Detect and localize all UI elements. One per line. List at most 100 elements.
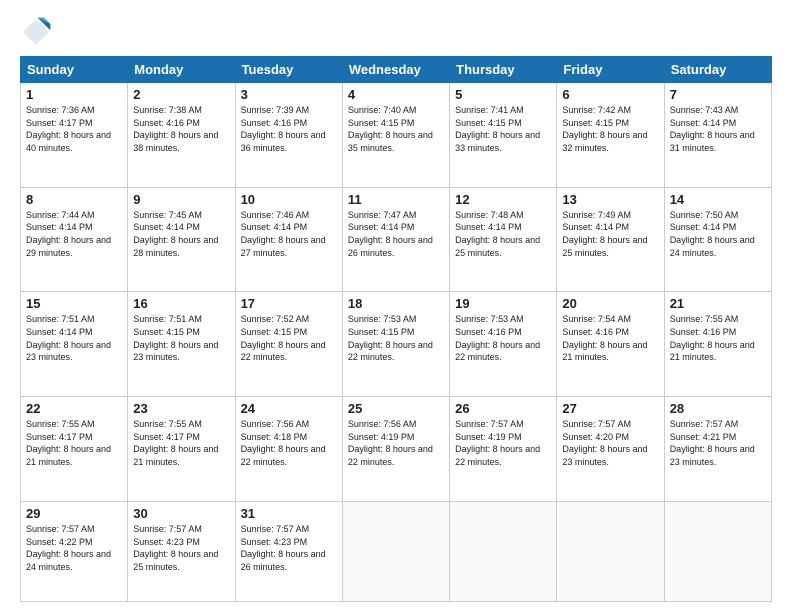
day-info: Sunrise: 7:50 AMSunset: 4:14 PMDaylight:… bbox=[670, 210, 755, 258]
table-row: 30 Sunrise: 7:57 AMSunset: 4:23 PMDaylig… bbox=[128, 501, 235, 601]
day-number: 28 bbox=[670, 401, 766, 416]
table-row: 9 Sunrise: 7:45 AMSunset: 4:14 PMDayligh… bbox=[128, 187, 235, 292]
day-info: Sunrise: 7:45 AMSunset: 4:14 PMDaylight:… bbox=[133, 210, 218, 258]
logo-icon bbox=[20, 16, 52, 48]
empty-cell bbox=[557, 501, 664, 601]
day-info: Sunrise: 7:39 AMSunset: 4:16 PMDaylight:… bbox=[241, 105, 326, 153]
day-number: 20 bbox=[562, 296, 658, 311]
col-wednesday: Wednesday bbox=[342, 57, 449, 83]
day-number: 16 bbox=[133, 296, 229, 311]
calendar-week-row: 8 Sunrise: 7:44 AMSunset: 4:14 PMDayligh… bbox=[21, 187, 772, 292]
day-number: 5 bbox=[455, 87, 551, 102]
table-row: 11 Sunrise: 7:47 AMSunset: 4:14 PMDaylig… bbox=[342, 187, 449, 292]
day-info: Sunrise: 7:57 AMSunset: 4:21 PMDaylight:… bbox=[670, 419, 755, 467]
day-info: Sunrise: 7:44 AMSunset: 4:14 PMDaylight:… bbox=[26, 210, 111, 258]
table-row: 10 Sunrise: 7:46 AMSunset: 4:14 PMDaylig… bbox=[235, 187, 342, 292]
day-info: Sunrise: 7:57 AMSunset: 4:19 PMDaylight:… bbox=[455, 419, 540, 467]
table-row: 12 Sunrise: 7:48 AMSunset: 4:14 PMDaylig… bbox=[450, 187, 557, 292]
calendar-week-row: 22 Sunrise: 7:55 AMSunset: 4:17 PMDaylig… bbox=[21, 397, 772, 502]
calendar-week-row: 15 Sunrise: 7:51 AMSunset: 4:14 PMDaylig… bbox=[21, 292, 772, 397]
day-info: Sunrise: 7:56 AMSunset: 4:18 PMDaylight:… bbox=[241, 419, 326, 467]
day-number: 9 bbox=[133, 192, 229, 207]
table-row: 3 Sunrise: 7:39 AMSunset: 4:16 PMDayligh… bbox=[235, 83, 342, 188]
logo bbox=[20, 16, 56, 48]
day-number: 14 bbox=[670, 192, 766, 207]
day-number: 12 bbox=[455, 192, 551, 207]
table-row: 26 Sunrise: 7:57 AMSunset: 4:19 PMDaylig… bbox=[450, 397, 557, 502]
table-row: 21 Sunrise: 7:55 AMSunset: 4:16 PMDaylig… bbox=[664, 292, 771, 397]
day-info: Sunrise: 7:48 AMSunset: 4:14 PMDaylight:… bbox=[455, 210, 540, 258]
table-row: 13 Sunrise: 7:49 AMSunset: 4:14 PMDaylig… bbox=[557, 187, 664, 292]
table-row: 22 Sunrise: 7:55 AMSunset: 4:17 PMDaylig… bbox=[21, 397, 128, 502]
day-number: 30 bbox=[133, 506, 229, 521]
day-info: Sunrise: 7:55 AMSunset: 4:16 PMDaylight:… bbox=[670, 314, 755, 362]
day-number: 29 bbox=[26, 506, 122, 521]
table-row: 14 Sunrise: 7:50 AMSunset: 4:14 PMDaylig… bbox=[664, 187, 771, 292]
day-info: Sunrise: 7:53 AMSunset: 4:15 PMDaylight:… bbox=[348, 314, 433, 362]
day-number: 2 bbox=[133, 87, 229, 102]
day-info: Sunrise: 7:53 AMSunset: 4:16 PMDaylight:… bbox=[455, 314, 540, 362]
table-row: 27 Sunrise: 7:57 AMSunset: 4:20 PMDaylig… bbox=[557, 397, 664, 502]
day-info: Sunrise: 7:43 AMSunset: 4:14 PMDaylight:… bbox=[670, 105, 755, 153]
day-number: 19 bbox=[455, 296, 551, 311]
day-number: 17 bbox=[241, 296, 337, 311]
table-row: 19 Sunrise: 7:53 AMSunset: 4:16 PMDaylig… bbox=[450, 292, 557, 397]
day-number: 22 bbox=[26, 401, 122, 416]
day-info: Sunrise: 7:51 AMSunset: 4:15 PMDaylight:… bbox=[133, 314, 218, 362]
day-info: Sunrise: 7:57 AMSunset: 4:23 PMDaylight:… bbox=[133, 524, 218, 572]
table-row: 1 Sunrise: 7:36 AMSunset: 4:17 PMDayligh… bbox=[21, 83, 128, 188]
day-number: 1 bbox=[26, 87, 122, 102]
col-saturday: Saturday bbox=[664, 57, 771, 83]
col-tuesday: Tuesday bbox=[235, 57, 342, 83]
table-row: 7 Sunrise: 7:43 AMSunset: 4:14 PMDayligh… bbox=[664, 83, 771, 188]
day-number: 7 bbox=[670, 87, 766, 102]
day-info: Sunrise: 7:49 AMSunset: 4:14 PMDaylight:… bbox=[562, 210, 647, 258]
day-info: Sunrise: 7:52 AMSunset: 4:15 PMDaylight:… bbox=[241, 314, 326, 362]
day-info: Sunrise: 7:47 AMSunset: 4:14 PMDaylight:… bbox=[348, 210, 433, 258]
table-row: 16 Sunrise: 7:51 AMSunset: 4:15 PMDaylig… bbox=[128, 292, 235, 397]
day-number: 24 bbox=[241, 401, 337, 416]
table-row: 2 Sunrise: 7:38 AMSunset: 4:16 PMDayligh… bbox=[128, 83, 235, 188]
table-row: 8 Sunrise: 7:44 AMSunset: 4:14 PMDayligh… bbox=[21, 187, 128, 292]
day-info: Sunrise: 7:57 AMSunset: 4:22 PMDaylight:… bbox=[26, 524, 111, 572]
day-number: 15 bbox=[26, 296, 122, 311]
table-row: 23 Sunrise: 7:55 AMSunset: 4:17 PMDaylig… bbox=[128, 397, 235, 502]
day-info: Sunrise: 7:40 AMSunset: 4:15 PMDaylight:… bbox=[348, 105, 433, 153]
day-info: Sunrise: 7:46 AMSunset: 4:14 PMDaylight:… bbox=[241, 210, 326, 258]
day-number: 27 bbox=[562, 401, 658, 416]
table-row: 4 Sunrise: 7:40 AMSunset: 4:15 PMDayligh… bbox=[342, 83, 449, 188]
day-info: Sunrise: 7:55 AMSunset: 4:17 PMDaylight:… bbox=[133, 419, 218, 467]
day-number: 4 bbox=[348, 87, 444, 102]
day-number: 25 bbox=[348, 401, 444, 416]
header-row: Sunday Monday Tuesday Wednesday Thursday… bbox=[21, 57, 772, 83]
table-row: 28 Sunrise: 7:57 AMSunset: 4:21 PMDaylig… bbox=[664, 397, 771, 502]
day-info: Sunrise: 7:42 AMSunset: 4:15 PMDaylight:… bbox=[562, 105, 647, 153]
day-number: 11 bbox=[348, 192, 444, 207]
empty-cell bbox=[450, 501, 557, 601]
table-row: 29 Sunrise: 7:57 AMSunset: 4:22 PMDaylig… bbox=[21, 501, 128, 601]
table-row: 15 Sunrise: 7:51 AMSunset: 4:14 PMDaylig… bbox=[21, 292, 128, 397]
table-row: 31 Sunrise: 7:57 AMSunset: 4:23 PMDaylig… bbox=[235, 501, 342, 601]
empty-cell bbox=[664, 501, 771, 601]
day-number: 3 bbox=[241, 87, 337, 102]
page: Sunday Monday Tuesday Wednesday Thursday… bbox=[0, 0, 792, 612]
day-number: 26 bbox=[455, 401, 551, 416]
day-info: Sunrise: 7:54 AMSunset: 4:16 PMDaylight:… bbox=[562, 314, 647, 362]
table-row: 25 Sunrise: 7:56 AMSunset: 4:19 PMDaylig… bbox=[342, 397, 449, 502]
table-row: 17 Sunrise: 7:52 AMSunset: 4:15 PMDaylig… bbox=[235, 292, 342, 397]
header bbox=[20, 16, 772, 48]
day-info: Sunrise: 7:57 AMSunset: 4:23 PMDaylight:… bbox=[241, 524, 326, 572]
table-row: 24 Sunrise: 7:56 AMSunset: 4:18 PMDaylig… bbox=[235, 397, 342, 502]
day-number: 13 bbox=[562, 192, 658, 207]
day-number: 6 bbox=[562, 87, 658, 102]
calendar-week-row: 29 Sunrise: 7:57 AMSunset: 4:22 PMDaylig… bbox=[21, 501, 772, 601]
day-number: 8 bbox=[26, 192, 122, 207]
day-info: Sunrise: 7:36 AMSunset: 4:17 PMDaylight:… bbox=[26, 105, 111, 153]
day-number: 23 bbox=[133, 401, 229, 416]
table-row: 6 Sunrise: 7:42 AMSunset: 4:15 PMDayligh… bbox=[557, 83, 664, 188]
day-number: 18 bbox=[348, 296, 444, 311]
day-info: Sunrise: 7:55 AMSunset: 4:17 PMDaylight:… bbox=[26, 419, 111, 467]
table-row: 18 Sunrise: 7:53 AMSunset: 4:15 PMDaylig… bbox=[342, 292, 449, 397]
day-number: 31 bbox=[241, 506, 337, 521]
col-monday: Monday bbox=[128, 57, 235, 83]
